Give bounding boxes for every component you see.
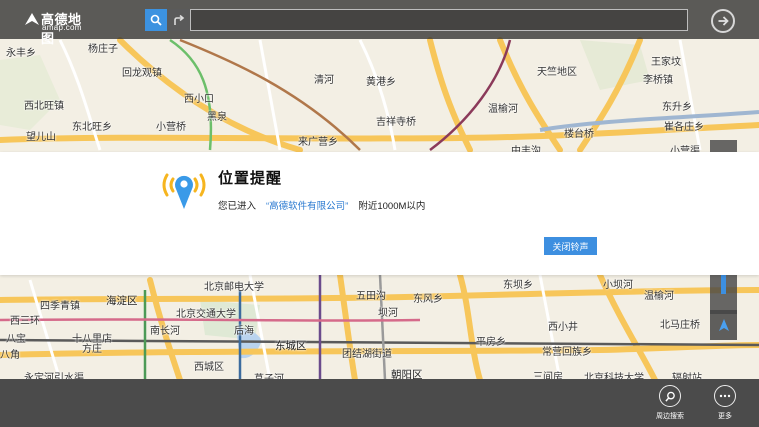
- map-label: 八角: [0, 350, 20, 361]
- map-label: 后海: [234, 326, 254, 337]
- map-label: 东北旺乡: [72, 122, 112, 133]
- map-label: 东坝乡: [503, 280, 533, 291]
- more-label: 更多: [718, 413, 732, 420]
- map-label: 坝河: [378, 308, 398, 319]
- more-button[interactable]: 更多: [703, 385, 747, 421]
- close-ringtone-button[interactable]: 关闭铃声: [544, 237, 597, 255]
- nearby-search-circle: [659, 385, 681, 407]
- route-button[interactable]: [167, 9, 190, 31]
- map-label: 望儿山: [26, 132, 56, 143]
- route-icon: [173, 14, 184, 25]
- go-button[interactable]: [711, 9, 735, 33]
- map-label: 北马庄桥: [660, 320, 700, 331]
- navigation-arrow-icon: [718, 319, 729, 331]
- map-label: 西城区: [194, 362, 224, 373]
- location-reminder-panel: 位置提醒 您已进入 “高德软件有限公司” 附近1000M以内 关闭铃声: [0, 152, 759, 275]
- my-location-button[interactable]: [710, 310, 737, 340]
- location-pin-signal-icon: [162, 173, 206, 209]
- map-label: 温榆河: [488, 104, 518, 115]
- message-prefix: 您已进入: [218, 201, 257, 212]
- map-label: 东城区: [275, 340, 307, 352]
- map-label: 小坝河: [603, 280, 633, 291]
- top-bar: 高德地图 amap.com: [0, 0, 759, 46]
- map-label: 西北旺镇: [24, 101, 64, 112]
- more-circle: [714, 385, 736, 407]
- search-icon: [150, 14, 162, 26]
- message-suffix: 附近1000M以内: [358, 201, 426, 212]
- map-label: 永丰乡: [6, 48, 36, 59]
- map-label: 团结湖街道: [342, 349, 392, 360]
- logo-subtext: amap.com: [42, 23, 82, 32]
- search-icon: [664, 391, 675, 402]
- map-label: 黄港乡: [366, 77, 396, 88]
- nearby-search-button[interactable]: 周边搜索: [648, 385, 692, 421]
- map-label: 吉祥寺桥: [376, 117, 416, 128]
- map-label: 西三环: [10, 316, 40, 327]
- map-label: 李桥镇: [643, 75, 673, 86]
- map-label: 南长河: [150, 326, 180, 337]
- map-label: 黑泉: [207, 112, 227, 123]
- search-button[interactable]: [145, 9, 167, 31]
- arrow-right-circle-icon: [718, 16, 729, 26]
- map-label: 八宝: [6, 334, 26, 345]
- map-label: 小营桥: [156, 122, 186, 133]
- app-bar: 周边搜索 更多: [0, 379, 759, 427]
- map-label: 海淀区: [106, 295, 138, 307]
- map-label: 常营回族乡: [542, 347, 592, 358]
- nearby-search-label: 周边搜索: [656, 413, 684, 420]
- map-label: 崔各庄乡: [664, 122, 704, 133]
- map-label: 五田沟: [356, 291, 386, 302]
- map-label: 平房乡: [476, 337, 506, 348]
- zoom-slider-handle[interactable]: [721, 274, 726, 294]
- map-label: 方庄: [82, 344, 102, 355]
- map-label: 来广营乡: [298, 137, 338, 148]
- more-dots-icon: [719, 394, 731, 398]
- map-label: 北京邮电大学: [204, 282, 264, 293]
- map-label: 天竺地区: [537, 67, 577, 78]
- search-input[interactable]: [190, 9, 688, 31]
- map-label: 四季青镇: [40, 301, 80, 312]
- map-label: 西小口: [184, 94, 214, 105]
- map-label: 西小井: [548, 322, 578, 333]
- app-logo: 高德地图 amap.com: [23, 8, 93, 46]
- company-name: “高德软件有限公司”: [266, 201, 349, 212]
- reminder-message: 您已进入 “高德软件有限公司” 附近1000M以内: [218, 198, 425, 212]
- map-label: 北京交通大学: [176, 309, 236, 320]
- reminder-title: 位置提醒: [218, 170, 283, 187]
- map-label: 回龙观镇: [122, 68, 162, 79]
- map-label: 东风乡: [413, 294, 443, 305]
- app-window: 永丰乡 杨庄子 回龙观镇 西北旺镇 西小口 清河 黄港乡 天竺地区 王家坟 李桥…: [0, 0, 759, 427]
- map-label: 楼台桥: [564, 129, 594, 140]
- map-label: 清河: [314, 75, 334, 86]
- map-label: 东升乡: [662, 102, 692, 113]
- map-label: 王家坟: [651, 57, 681, 68]
- map-label: 温榆河: [644, 291, 674, 302]
- amap-logo-icon: [25, 13, 39, 25]
